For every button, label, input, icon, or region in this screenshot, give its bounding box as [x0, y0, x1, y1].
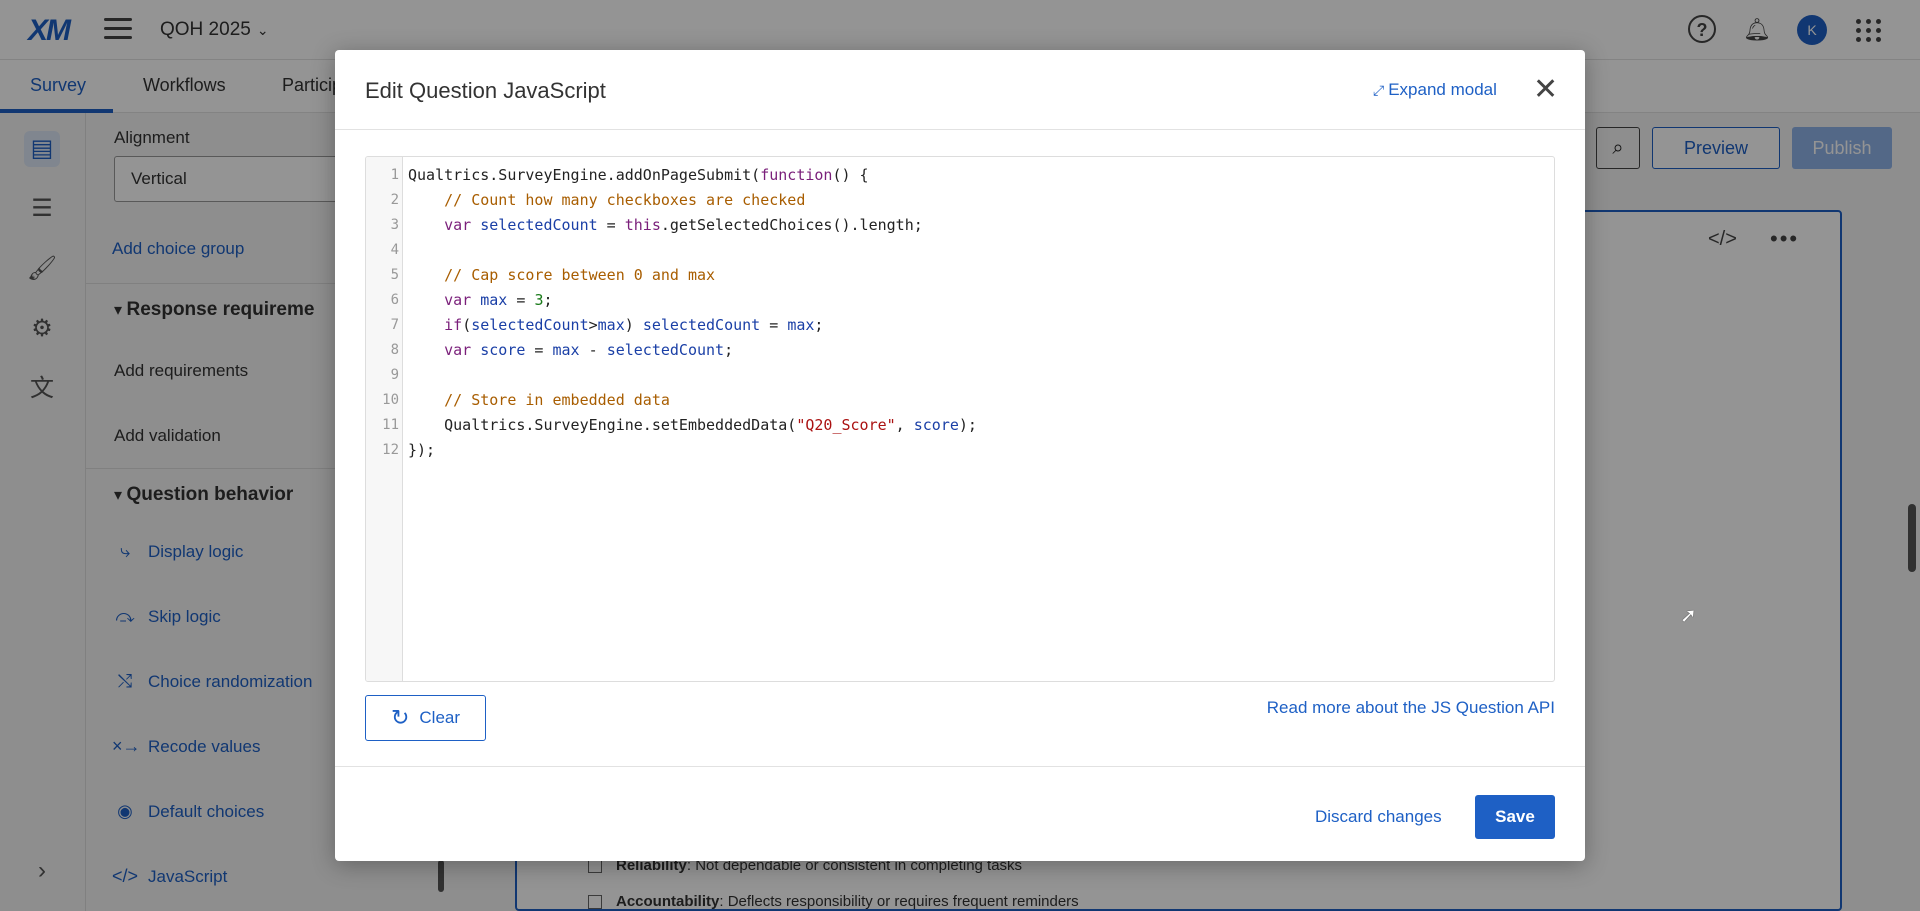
line-number: 12	[382, 442, 399, 458]
line-number: 6	[390, 292, 399, 308]
code-text[interactable]: if(selectedCount>max) selectedCount = ma…	[408, 313, 823, 338]
code-line[interactable]: 9	[366, 363, 1554, 388]
code-line[interactable]: 5 // Cap score between 0 and max	[366, 263, 1554, 288]
code-lines[interactable]: 1 Qualtrics.SurveyEngine.addOnPageSubmit(…	[366, 163, 1554, 463]
expand-modal-label: Expand modal	[1388, 80, 1497, 99]
refresh-icon: ↻	[390, 705, 410, 730]
code-line[interactable]: 11 Qualtrics.SurveyEngine.setEmbeddedDat…	[366, 413, 1554, 438]
modal-header: Edit Question JavaScript ⤢ Expand modal ✕	[335, 50, 1585, 130]
code-text[interactable]: var score = max - selectedCount;	[408, 338, 733, 363]
code-text[interactable]: });	[408, 438, 435, 463]
edit-javascript-modal: Edit Question JavaScript ⤢ Expand modal ✕…	[335, 50, 1585, 861]
code-text[interactable]: // Cap score between 0 and max	[408, 263, 715, 288]
code-text[interactable]: // Store in embedded data	[408, 388, 670, 413]
save-button[interactable]: Save	[1475, 795, 1555, 839]
line-number: 9	[390, 367, 399, 383]
mouse-cursor-icon: ➚	[1680, 605, 1697, 627]
modal-footer: Discard changes Save	[335, 766, 1585, 861]
line-number: 8	[390, 342, 399, 358]
code-text[interactable]: Qualtrics.SurveyEngine.addOnPageSubmit(f…	[408, 163, 869, 188]
discard-changes-button[interactable]: Discard changes	[1315, 795, 1442, 839]
code-line[interactable]: 7 if(selectedCount>max) selectedCount = …	[366, 313, 1554, 338]
code-line[interactable]: 1 Qualtrics.SurveyEngine.addOnPageSubmit(…	[366, 163, 1554, 188]
line-number: 3	[390, 217, 399, 233]
code-text[interactable]: var max = 3;	[408, 288, 552, 313]
code-text[interactable]: // Count how many checkboxes are checked	[408, 188, 805, 213]
code-line[interactable]: 8 var score = max - selectedCount;	[366, 338, 1554, 363]
line-number: 2	[390, 192, 399, 208]
code-line[interactable]: 2 // Count how many checkboxes are check…	[366, 188, 1554, 213]
code-line[interactable]: 6 var max = 3;	[366, 288, 1554, 313]
code-editor[interactable]: 1 Qualtrics.SurveyEngine.addOnPageSubmit(…	[365, 156, 1555, 682]
clear-button[interactable]: ↻ Clear	[365, 695, 486, 741]
code-line[interactable]: 3 var selectedCount = this.getSelectedCh…	[366, 213, 1554, 238]
line-number: 5	[390, 267, 399, 283]
code-text[interactable]: var selectedCount = this.getSelectedChoi…	[408, 213, 923, 238]
code-text[interactable]: Qualtrics.SurveyEngine.setEmbeddedData("…	[408, 413, 977, 438]
line-number: 11	[382, 417, 399, 433]
expand-modal-link[interactable]: ⤢ Expand modal	[1373, 80, 1497, 100]
close-icon[interactable]: ✕	[1533, 72, 1558, 108]
code-line[interactable]: 10 // Store in embedded data	[366, 388, 1554, 413]
code-line[interactable]: 4	[366, 238, 1554, 263]
modal-title: Edit Question JavaScript	[365, 78, 606, 103]
code-line[interactable]: 12});	[366, 438, 1554, 463]
expand-icon: ⤢	[1373, 82, 1385, 98]
clear-label: Clear	[419, 708, 461, 727]
line-number: 10	[382, 392, 399, 408]
js-api-link[interactable]: Read more about the JS Question API	[1265, 698, 1555, 718]
line-number: 7	[390, 317, 399, 333]
line-number: 4	[390, 242, 399, 258]
line-number: 1	[390, 167, 399, 183]
